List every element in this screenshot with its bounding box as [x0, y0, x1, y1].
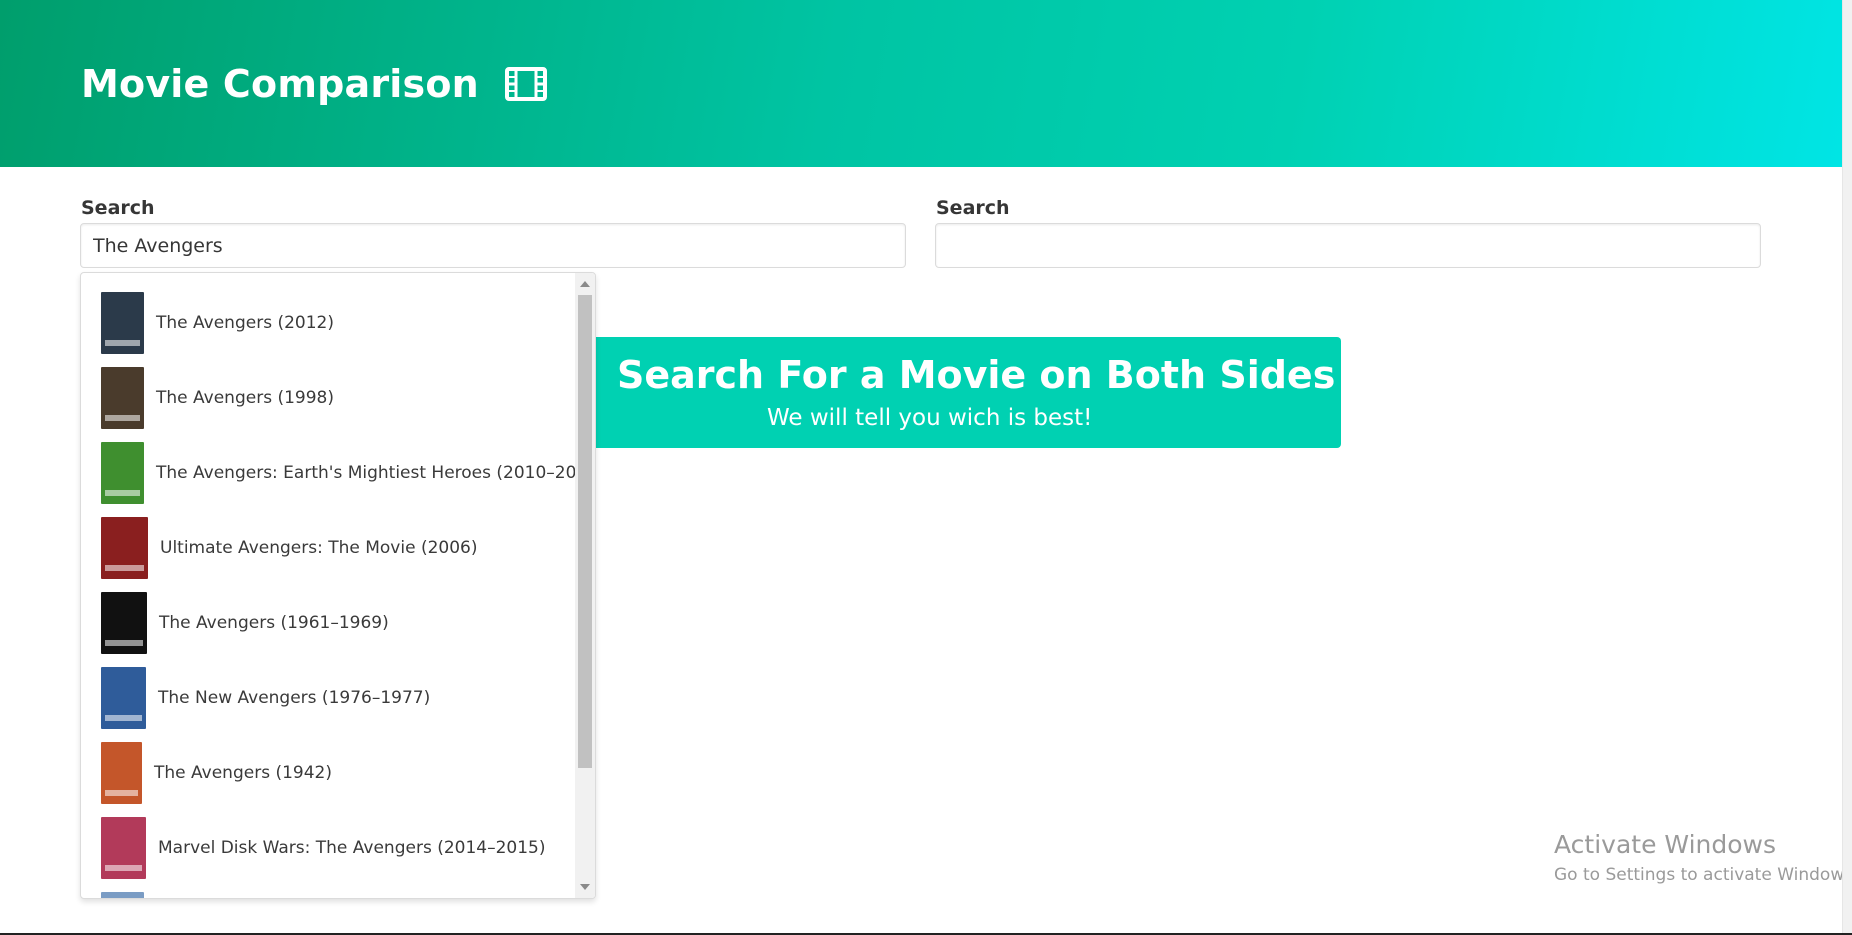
movie-poster [101, 891, 144, 898]
dropdown-item[interactable] [81, 885, 573, 898]
hero-header: Movie Comparison [0, 0, 1842, 167]
dropdown-item-label: Marvel Disk Wars: The Avengers (2014–201… [158, 837, 546, 858]
dropdown-item-label: The Avengers (1942) [154, 762, 332, 783]
scrollbar-thumb[interactable] [578, 295, 592, 768]
autocomplete-results: The Avengers (2012) The Avengers (1998) … [81, 285, 595, 898]
dropdown-item[interactable]: Marvel Disk Wars: The Avengers (2014–201… [81, 810, 573, 885]
dropdown-item[interactable]: The New Avengers (1976–1977) [81, 660, 573, 735]
tutorial-notification: Search For a Movie on Both Sides We will… [596, 337, 1341, 448]
page-title-text: Movie Comparison [81, 62, 479, 106]
dropdown-item[interactable]: The Avengers: Earth's Mightiest Heroes (… [81, 435, 595, 510]
dropdown-item[interactable]: The Avengers (1961–1969) [81, 585, 573, 660]
dropdown-item-label: The Avengers: Earth's Mightiest Heroes (… [156, 462, 596, 483]
dropdown-item-label: The Avengers (2012) [156, 312, 334, 333]
scroll-up-arrow-icon[interactable] [580, 281, 590, 287]
dropdown-item-label: Ultimate Avengers: The Movie (2006) [160, 537, 478, 558]
scroll-down-arrow-icon[interactable] [580, 884, 590, 890]
movie-poster [101, 291, 144, 354]
notification-subtitle: We will tell you wich is best! [767, 405, 1093, 431]
film-icon [504, 67, 547, 101]
dropdown-item[interactable]: The Avengers (1998) [81, 360, 573, 435]
movie-poster [101, 816, 146, 879]
movie-poster [101, 366, 144, 429]
movie-poster [101, 441, 144, 504]
page-scrollbar[interactable] [1842, 0, 1852, 935]
movie-poster [101, 516, 148, 579]
left-search-input[interactable] [80, 223, 906, 268]
right-search-input[interactable] [935, 223, 1761, 268]
dropdown-item-label: The Avengers (1961–1969) [159, 612, 389, 633]
dropdown-item-label: The Avengers (1998) [156, 387, 334, 408]
movie-poster [101, 666, 146, 729]
dropdown-scrollbar[interactable] [575, 273, 595, 898]
dropdown-item[interactable]: The Avengers (2012) [81, 285, 573, 360]
dropdown-item-label: The New Avengers (1976–1977) [158, 687, 431, 708]
activate-windows-subtitle: Go to Settings to activate Windows. [1554, 865, 1852, 885]
right-search-label: Search [936, 197, 1010, 219]
activate-windows-title: Activate Windows [1554, 830, 1776, 859]
dropdown-item[interactable]: The Avengers (1942) [81, 735, 573, 810]
page-title: Movie Comparison [81, 62, 547, 106]
movie-poster [101, 741, 142, 804]
page: Movie Comparison Search Search Search Fo… [0, 0, 1852, 935]
notification-title: Search For a Movie on Both Sides [617, 353, 1336, 397]
left-search-label: Search [81, 197, 155, 219]
dropdown-item[interactable]: Ultimate Avengers: The Movie (2006) [81, 510, 573, 585]
autocomplete-dropdown: The Avengers (2012) The Avengers (1998) … [80, 272, 596, 899]
movie-poster [101, 591, 147, 654]
